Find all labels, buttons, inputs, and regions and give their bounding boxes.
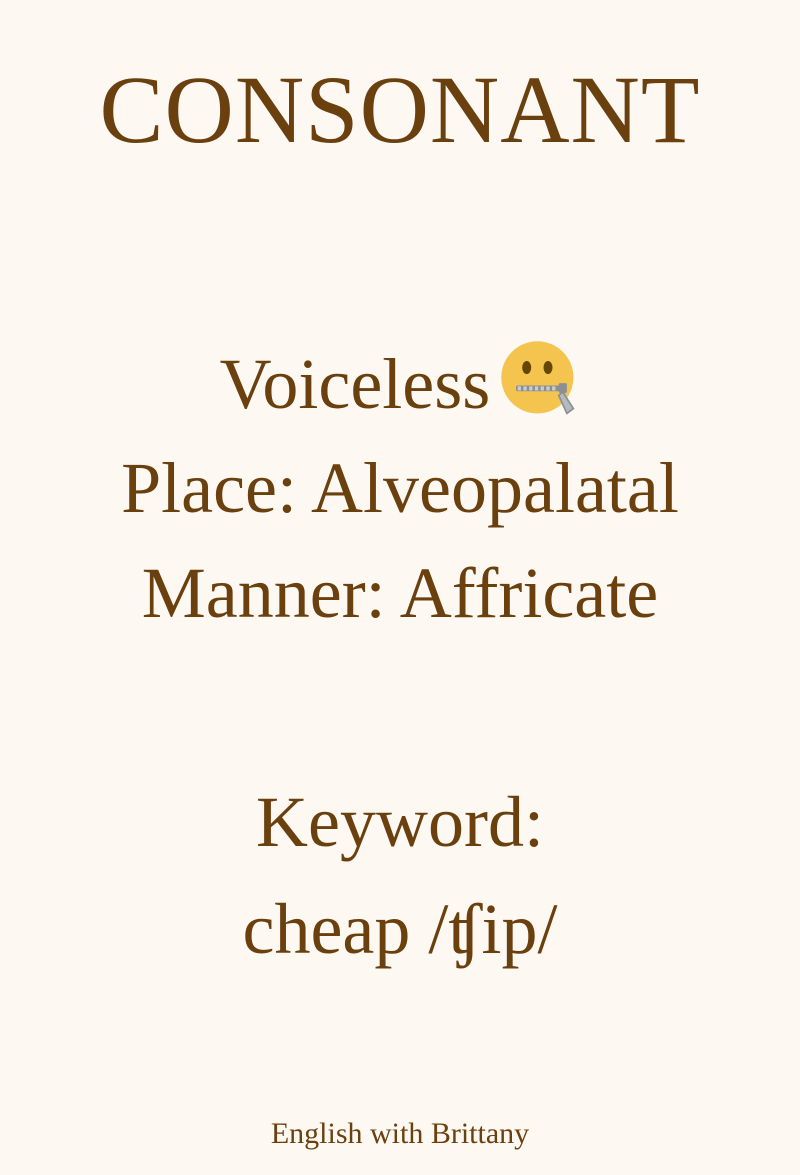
manner-text: Manner: Affricate — [141, 553, 659, 633]
voicing-text: Voiceless — [219, 344, 491, 424]
keyword-example: cheap /ʧip/ — [242, 889, 558, 969]
keyword-label: Keyword: — [256, 782, 544, 862]
zipper-mouth-face-icon — [498, 338, 580, 420]
footer-credit: English with Brittany — [270, 1117, 530, 1150]
place-text: Place: Alveopalatal — [121, 448, 679, 528]
voicing-row: Voiceless — [0, 338, 800, 420]
card-title: CONSONANT — [99, 56, 701, 163]
